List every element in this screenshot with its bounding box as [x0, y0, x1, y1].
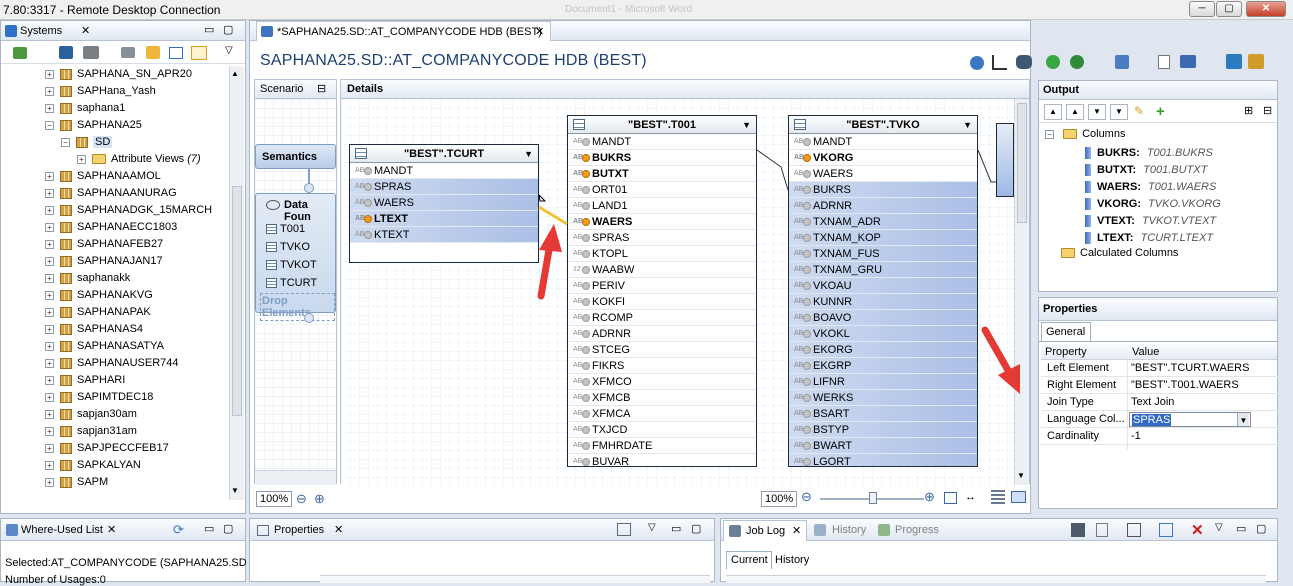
annotation-arrows	[537, 224, 1020, 394]
red-arrow-up	[537, 224, 562, 300]
red-arrow-down	[981, 326, 1020, 394]
